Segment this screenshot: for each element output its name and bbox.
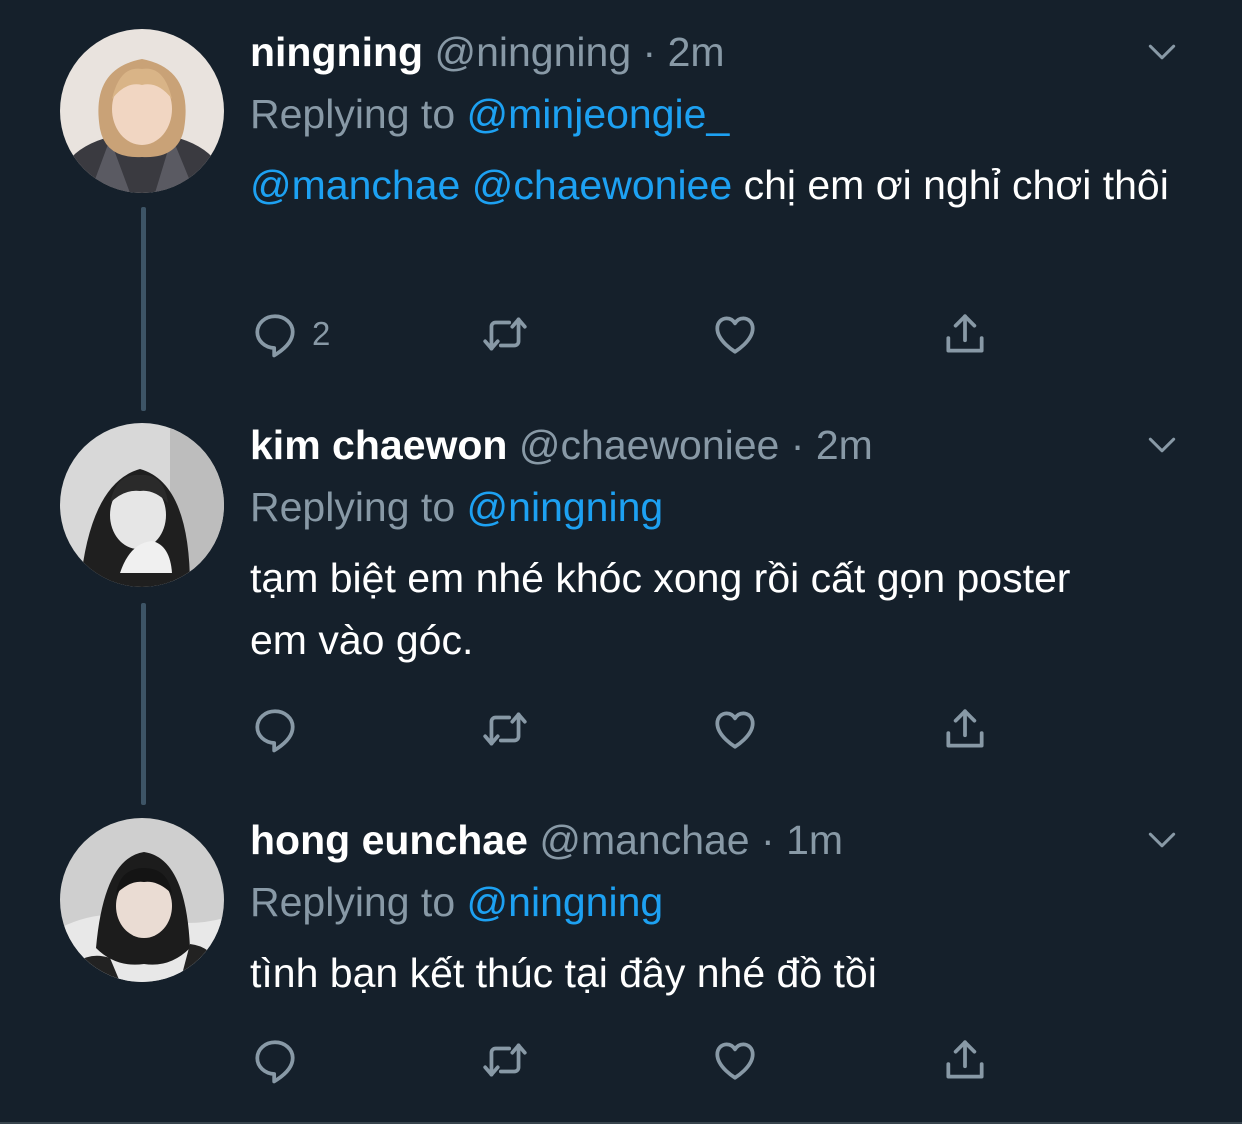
tweet-actions xyxy=(250,701,1010,757)
separator-dot: · xyxy=(761,817,775,863)
retweet-icon xyxy=(480,309,530,359)
reply-count: 2 xyxy=(312,315,331,352)
replying-to-label: Replying to xyxy=(250,484,456,530)
chevron-down-icon[interactable] xyxy=(1142,820,1182,860)
like-button[interactable] xyxy=(710,701,760,757)
separator-dot: · xyxy=(790,422,805,468)
replying-to-mention[interactable]: @ningning xyxy=(467,484,664,530)
tweet-actions: 2 xyxy=(250,306,1010,362)
tweet-actions xyxy=(250,1032,1010,1088)
user-handle[interactable]: @chaewoniee xyxy=(519,422,779,468)
replying-to-mention[interactable]: @minjeongie_ xyxy=(467,91,730,137)
chevron-down-icon[interactable] xyxy=(1142,32,1182,72)
replying-to-label: Replying to xyxy=(250,879,456,925)
share-button[interactable] xyxy=(940,306,990,362)
tweet-text: tình bạn kết thúc tại đây nhé đồ tồi xyxy=(250,942,1182,1004)
tweet-ningning[interactable]: ningning @ningning · 2m Replying to @min… xyxy=(0,0,1242,400)
chevron-down-icon[interactable] xyxy=(1142,425,1182,465)
reply-icon xyxy=(250,1035,300,1085)
mention-link[interactable]: @manchae xyxy=(250,162,460,208)
avatar[interactable] xyxy=(60,818,224,982)
timestamp[interactable]: 2m xyxy=(668,29,725,75)
reply-button[interactable] xyxy=(250,701,300,757)
tweet-text-content: tình bạn kết thúc tại đây nhé đồ tồi xyxy=(250,950,877,996)
retweet-button[interactable] xyxy=(480,306,530,362)
display-name[interactable]: hong eunchae xyxy=(250,817,528,863)
timestamp[interactable]: 2m xyxy=(816,422,873,468)
share-button[interactable] xyxy=(940,701,990,757)
like-icon xyxy=(710,1035,760,1085)
timestamp[interactable]: 1m xyxy=(786,817,843,863)
tweet-text: @manchae @chaewoniee chị em ơi nghỉ chơi… xyxy=(250,154,1182,216)
share-button[interactable] xyxy=(940,1032,990,1088)
like-icon xyxy=(710,704,760,754)
avatar[interactable] xyxy=(60,29,224,193)
tweet-text-content: chị em ơi nghỉ chơi thôi xyxy=(743,162,1169,208)
reply-button[interactable]: 2 xyxy=(250,306,330,362)
share-icon xyxy=(940,704,990,754)
tweet-text-content: tạm biệt em nhé khóc xong rồi cất gọn po… xyxy=(250,555,1071,663)
replying-to-mention[interactable]: @ningning xyxy=(467,879,664,925)
tweet-hong-eunchae[interactable]: hong eunchae @manchae · 1m Replying to @… xyxy=(0,790,1242,1124)
tweet-text: tạm biệt em nhé khóc xong rồi cất gọn po… xyxy=(250,547,1182,671)
like-button[interactable] xyxy=(710,1032,760,1088)
retweet-icon xyxy=(480,704,530,754)
like-button[interactable] xyxy=(710,306,760,362)
replying-to-line: Replying to @ningning xyxy=(250,483,1182,531)
tweet-header: hong eunchae @manchae · 1m xyxy=(250,816,1182,864)
replying-to-line: Replying to @ningning xyxy=(250,878,1182,926)
separator-dot: · xyxy=(642,29,657,75)
like-icon xyxy=(710,309,760,359)
reply-icon xyxy=(250,704,300,754)
tweet-kim-chaewon[interactable]: kim chaewon @chaewoniee · 2m Replying to… xyxy=(0,395,1242,795)
mention-link[interactable]: @chaewoniee xyxy=(472,162,732,208)
tweet-header: kim chaewon @chaewoniee · 2m xyxy=(250,421,1182,469)
retweet-button[interactable] xyxy=(480,1032,530,1088)
replying-to-label: Replying to xyxy=(250,91,456,137)
share-icon xyxy=(940,309,990,359)
retweet-button[interactable] xyxy=(480,701,530,757)
display-name[interactable]: ningning xyxy=(250,29,423,75)
avatar[interactable] xyxy=(60,423,224,587)
reply-button[interactable] xyxy=(250,1032,300,1088)
retweet-icon xyxy=(480,1035,530,1085)
user-handle[interactable]: @manchae xyxy=(539,817,749,863)
tweet-header: ningning @ningning · 2m xyxy=(250,28,1182,76)
replying-to-line: Replying to @minjeongie_ xyxy=(250,90,1182,138)
share-icon xyxy=(940,1035,990,1085)
reply-icon xyxy=(250,309,300,359)
display-name[interactable]: kim chaewon xyxy=(250,422,507,468)
user-handle[interactable]: @ningning xyxy=(434,29,631,75)
